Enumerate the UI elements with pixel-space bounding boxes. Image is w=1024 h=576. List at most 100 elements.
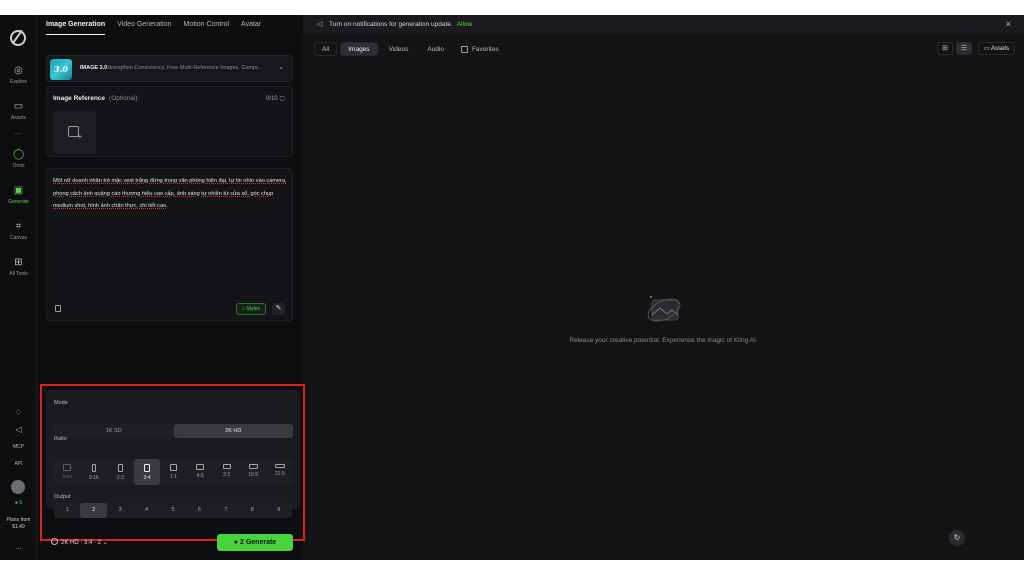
view-toggle: ⊞ ☰ — [937, 42, 972, 55]
rail-item-all-tools[interactable]: ⊞ All Tools — [0, 257, 37, 277]
rail-item-assets[interactable]: ▭ Assets — [0, 101, 37, 121]
plans-button[interactable]: Plans from $1.49 — [4, 517, 33, 535]
trash-icon[interactable] — [55, 305, 61, 312]
upload-image-button[interactable] — [53, 111, 96, 154]
optional-label: (Optional) — [109, 95, 138, 102]
grid-icon: ⊞ — [14, 257, 23, 268]
credits-badge[interactable]: ● 6 — [0, 500, 37, 506]
generation-tabs: Image Generation Video Generation Motion… — [46, 21, 261, 35]
output-option-7[interactable]: 7 — [213, 503, 239, 518]
image-reference-section: Image Reference (Optional) 0/10 ▢ — [46, 86, 293, 157]
mode-option-2k-hd[interactable]: 2K HD — [173, 424, 293, 438]
tab-video-generation[interactable]: Video Generation — [117, 21, 171, 35]
ratio-option-2-3[interactable]: 2:3 — [107, 459, 134, 485]
output-option-1[interactable]: 1 — [54, 503, 80, 518]
api-button[interactable]: API — [0, 461, 37, 467]
tab-image-generation[interactable]: Image Generation — [46, 21, 106, 35]
model-thumbnail: 3.0 — [50, 59, 72, 80]
output-selector: 1 2 3 4 5 6 7 8 9 — [54, 503, 292, 518]
chevron-down-icon: ⌄ — [102, 540, 108, 546]
rail-label-canvas: Canvas — [10, 235, 27, 241]
allow-link[interactable]: Allow — [457, 21, 473, 28]
grid-view-icon[interactable]: ⊞ — [937, 42, 953, 55]
favorites-checkbox[interactable]: Favorites — [460, 45, 499, 53]
ratio-auto-label: Auto — [62, 474, 73, 480]
settings-summary-button[interactable]: 2K HD · 3:4 · 2 ⌄ — [51, 538, 108, 546]
ratio-2-3-icon — [117, 464, 123, 472]
rail-label-omni: Omni — [12, 163, 25, 169]
output-option-3[interactable]: 3 — [107, 503, 133, 518]
checkbox-icon — [460, 45, 468, 53]
rail-separator — [14, 133, 22, 134]
prompt-textarea[interactable]: Một nữ doanh nhân trẻ mặc vest trắng đứn… — [53, 175, 287, 213]
output-option-2[interactable]: 2 — [80, 503, 107, 518]
filter-all[interactable]: All — [314, 42, 338, 56]
output-option-6[interactable]: 6 — [186, 503, 212, 518]
list-view-icon[interactable]: ☰ — [956, 42, 972, 55]
mode-option-1k-sd[interactable]: 1K SD — [54, 424, 174, 438]
mode-selector: 1K SD 2K HD — [54, 424, 293, 438]
rail-label-assets: Assets — [10, 115, 26, 121]
plans-line1: Plans from — [6, 517, 31, 523]
tab-motion-control[interactable]: Motion Control — [184, 21, 230, 35]
brush-icon[interactable]: ✎ — [272, 303, 285, 315]
filter-videos[interactable]: Videos — [381, 42, 417, 56]
plans-price: $1.49 — [12, 524, 25, 530]
megaphone-icon[interactable]: ◁ — [0, 425, 37, 434]
avatar[interactable] — [11, 480, 25, 494]
kling-logo-icon[interactable] — [10, 30, 26, 46]
output-option-8[interactable]: 8 — [239, 503, 265, 518]
rail-label-all-tools: All Tools — [9, 271, 28, 277]
output-option-5[interactable]: 5 — [160, 503, 186, 518]
ratio-option-3-2[interactable]: 3:2 — [213, 459, 240, 485]
mcp-button[interactable]: MCP — [0, 444, 37, 450]
info-icon[interactable]: ▢ — [279, 96, 285, 102]
filter-bar: All Images Videos Audio Favorites — [314, 42, 499, 56]
generate-cost: 2 — [239, 539, 244, 546]
ratio-21-9-label: 21:9 — [274, 471, 285, 477]
ratio-2-3-label: 2:3 — [116, 475, 124, 481]
ratio-option-auto[interactable]: Auto — [54, 459, 81, 485]
rail-item-generate[interactable]: ▣ Generate — [0, 185, 37, 205]
rail-item-omni[interactable]: ◯ Omni — [0, 149, 37, 169]
content-area: ◁ Turn on notifications for generation u… — [303, 15, 1024, 560]
generate-button[interactable]: ● 2 Generate — [217, 534, 293, 551]
ratio-option-16-9[interactable]: 16:9 — [240, 459, 267, 485]
ratio-label: Ratio — [54, 436, 67, 442]
ratio-option-3-4[interactable]: 3:4 — [133, 459, 161, 485]
favorites-label: Favorites — [471, 45, 499, 53]
more-icon[interactable]: ... — [0, 542, 37, 551]
ratio-option-4-3[interactable]: 4:3 — [187, 459, 214, 485]
filter-audio[interactable]: Audio — [419, 42, 452, 56]
filter-images[interactable]: Images — [340, 42, 378, 56]
rail-item-explore[interactable]: ◎ Explore — [0, 65, 37, 85]
ratio-option-21-9[interactable]: 21:9 — [267, 459, 294, 485]
model-description: Strengthen Consistency, Free Multi-Refer… — [106, 65, 263, 71]
ratio-auto-icon — [63, 464, 72, 471]
generate-bar: 2K HD · 3:4 · 2 ⌄ ● 2 Generate — [46, 532, 300, 554]
ratio-16-9-label: 16:9 — [248, 472, 259, 478]
compass-icon: ◎ — [14, 65, 23, 76]
empty-gallery-icon — [647, 296, 681, 322]
ratio-3-4-icon — [143, 464, 150, 472]
rail-item-canvas[interactable]: ⌗ Canvas — [0, 221, 37, 241]
folder-icon: ▭ — [13, 101, 24, 112]
tab-avatar[interactable]: Avatar — [241, 21, 261, 35]
support-icon[interactable]: ↻ — [949, 530, 965, 546]
prompt-box: Một nữ doanh nhân trẻ mặc vest trắng đứn… — [46, 168, 293, 321]
output-option-4[interactable]: 4 — [133, 503, 159, 518]
output-option-9[interactable]: 9 — [266, 503, 292, 518]
settings-icon — [51, 538, 58, 545]
ratio-3-2-icon — [222, 464, 231, 469]
stylex-button[interactable]: ⌂ Stylex — [236, 303, 266, 315]
credit-icon: ● — [233, 539, 239, 546]
ratio-option-9-16[interactable]: 9:16 — [81, 459, 108, 485]
model-selector[interactable]: 3.0 IMAGE 3.0 Strengthen Consistency, Fr… — [46, 55, 293, 82]
add-image-icon — [68, 126, 82, 141]
canvas-icon: ⌗ — [15, 221, 22, 232]
ratio-option-1-1[interactable]: 1:1 — [160, 459, 187, 485]
bell-icon[interactable]: ♢ — [0, 408, 37, 417]
settings-summary: 2K HD · 3:4 · 2 — [61, 540, 102, 546]
assets-button[interactable]: ▭ Assets — [977, 42, 1015, 55]
close-icon[interactable]: × — [1006, 19, 1011, 29]
